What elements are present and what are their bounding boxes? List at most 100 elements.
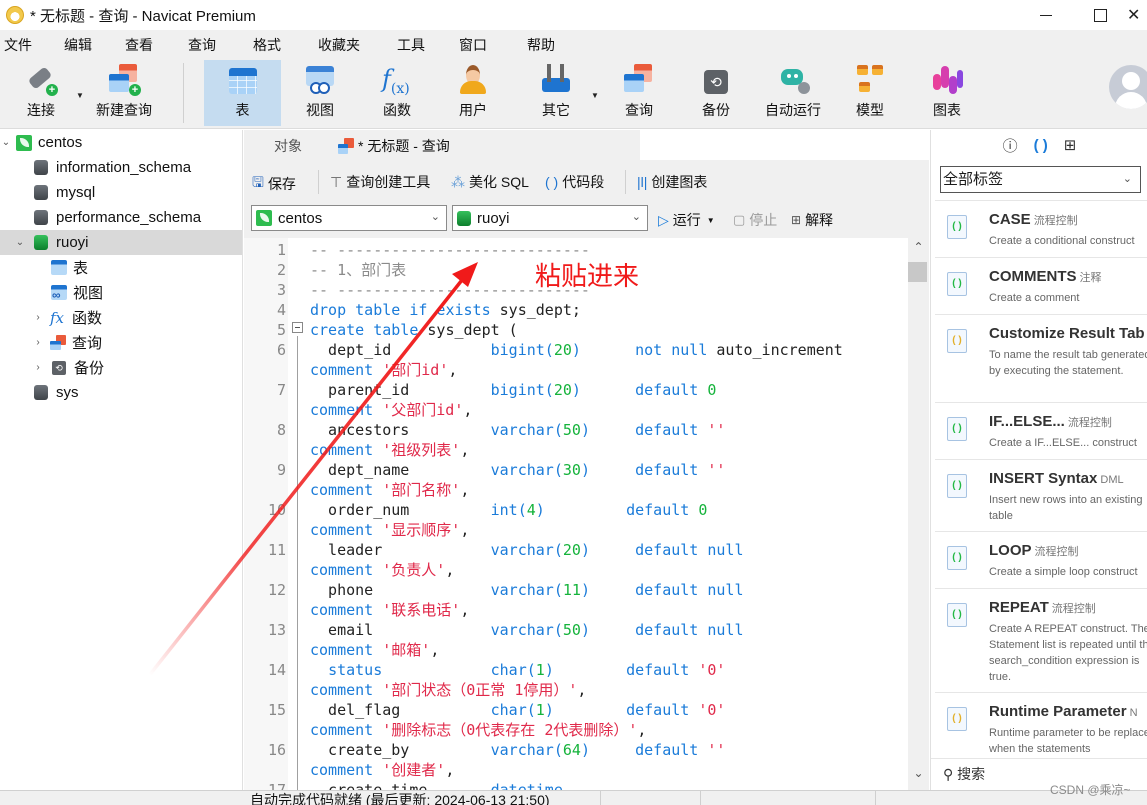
tree-connection-centos[interactable]: ⌄ centos xyxy=(0,130,242,155)
code-token: leader xyxy=(310,541,491,559)
snippet-icon: ( ) xyxy=(545,174,559,190)
other-button[interactable]: 其它 xyxy=(529,60,583,126)
snippet-title: LOOP 流程控制 xyxy=(989,542,1079,559)
code-token: default xyxy=(635,381,708,399)
tree-db-information-schema[interactable]: information_schema xyxy=(0,155,242,180)
table-button[interactable]: 表 xyxy=(204,60,281,126)
menu-format[interactable]: 格式 xyxy=(253,35,281,55)
explain-button[interactable]: ⊞ 解释 xyxy=(791,210,833,230)
code-token: , xyxy=(460,481,470,499)
close-button[interactable]: ✕ xyxy=(1127,0,1147,30)
line-number: 14 xyxy=(267,661,286,679)
snippet-name: IF...ELSE... xyxy=(989,413,1065,430)
snippet-item[interactable]: ( ) Runtime Parameter N Runtime parameter t… xyxy=(935,692,1147,755)
snippet-panel-icon[interactable]: ( ) xyxy=(1034,137,1048,154)
query-icon xyxy=(624,64,654,94)
automation-button[interactable]: 自动运行 xyxy=(760,60,826,126)
tree-ruoyi-backups[interactable]: › ⟲ 备份 xyxy=(0,355,242,380)
code-token: comment xyxy=(310,441,383,459)
code-token: default xyxy=(626,501,699,519)
save-button[interactable]: 🖫 保存 xyxy=(252,172,296,196)
tree-ruoyi-tables[interactable]: 表 xyxy=(0,255,242,280)
expand-caret-icon[interactable]: ⌄ xyxy=(0,137,12,148)
backup-button[interactable]: ⟲ 备份 xyxy=(689,60,743,126)
connection-select[interactable]: centos ⌄ xyxy=(251,205,447,231)
scroll-thumb[interactable] xyxy=(908,262,927,282)
database-select[interactable]: ruoyi ⌄ xyxy=(452,205,648,231)
tree-db-ruoyi[interactable]: ⌄ ruoyi xyxy=(0,230,242,255)
code-snippet-button[interactable]: ( ) 代码段 xyxy=(545,172,604,192)
run-dropdown-caret[interactable]: ▼ xyxy=(707,216,715,225)
snippet-tag: 流程控制 xyxy=(1051,603,1096,615)
grid-panel-icon[interactable]: ⊞ xyxy=(1064,136,1077,154)
editor-vertical-scrollbar[interactable]: ⌃ ⌄ xyxy=(908,238,929,790)
menu-favorites[interactable]: 收藏夹 xyxy=(318,35,360,55)
maximize-button[interactable] xyxy=(1073,0,1127,30)
function-button[interactable]: f(x) 函数 xyxy=(370,60,424,126)
scroll-down-arrow-icon[interactable]: ⌄ xyxy=(908,766,929,786)
minimize-button[interactable] xyxy=(1019,0,1073,30)
collapsed-caret-icon[interactable]: › xyxy=(32,312,44,323)
code-token: ) xyxy=(580,621,590,639)
other-dropdown-caret[interactable]: ▼ xyxy=(591,91,599,100)
code-token: bigint( xyxy=(490,341,554,359)
connect-button[interactable]: + 连接 xyxy=(18,60,64,126)
code-token: , xyxy=(430,641,440,659)
menu-window[interactable]: 窗口 xyxy=(459,35,487,55)
tree-ruoyi-views[interactable]: 视图 xyxy=(0,280,242,305)
menu-help[interactable]: 帮助 xyxy=(527,35,555,55)
collapsed-caret-icon[interactable]: › xyxy=(32,337,44,348)
new-query-button[interactable]: + 新建查询 xyxy=(92,60,156,126)
menu-file[interactable]: 文件 xyxy=(4,35,32,55)
tree-ruoyi-functions[interactable]: › fx 函数 xyxy=(0,305,242,330)
menu-query[interactable]: 查询 xyxy=(188,35,216,55)
tag-filter-select[interactable]: 全部标签 ⌄ xyxy=(940,166,1141,193)
tab-bar-empty xyxy=(640,130,929,160)
line-number: 5 xyxy=(276,321,286,339)
code-token: phone xyxy=(310,581,491,599)
function-icon: f(x) xyxy=(382,65,410,97)
query-builder-button[interactable]: ⊤ 查询创建工具 xyxy=(330,172,430,192)
model-button[interactable]: 模型 xyxy=(843,60,897,126)
code-token: varchar( xyxy=(490,621,563,639)
chevron-down-icon: ⌄ xyxy=(430,211,440,223)
tree-db-sys[interactable]: sys xyxy=(0,380,242,405)
run-button[interactable]: ▷ 运行 ▼ xyxy=(658,210,715,230)
line-number: 1 xyxy=(276,241,286,259)
snippet-item[interactable]: ( ) Customize Result Tab To name the resul… xyxy=(935,314,1147,402)
menu-edit[interactable]: 编辑 xyxy=(64,35,92,55)
collapsed-caret-icon[interactable]: › xyxy=(32,362,44,373)
tree-ruoyi-queries[interactable]: › 查询 xyxy=(0,330,242,355)
view-button[interactable]: 视图 xyxy=(293,60,347,126)
code-text: comment '部门名称', xyxy=(310,480,469,500)
sql-editor[interactable]: 1 -- ---------------------------- 2 -- 1、部门… xyxy=(244,238,908,790)
chart-button[interactable]: 图表 xyxy=(920,60,974,126)
menu-view[interactable]: 查看 xyxy=(125,35,153,55)
tree-db-mysql[interactable]: mysql xyxy=(0,180,242,205)
snippet-item[interactable]: ( ) LOOP 流程控制 Create a simple loop construc… xyxy=(935,531,1147,588)
connect-dropdown-caret[interactable]: ▼ xyxy=(76,91,84,100)
tree-db-performance-schema[interactable]: performance_schema xyxy=(0,205,242,230)
tab-objects[interactable]: 对象 xyxy=(244,130,332,162)
expand-caret-icon[interactable]: ⌄ xyxy=(14,237,26,248)
tab-untitled-query[interactable]: * 无标题 - 查询 xyxy=(334,130,636,162)
snippet-item[interactable]: ( ) REPEAT 流程控制 Create A REPEAT construct. … xyxy=(935,588,1147,692)
info-icon[interactable]: ⓘ xyxy=(1003,135,1018,156)
create-chart-button[interactable]: |l| 创建图表 xyxy=(637,172,707,192)
stop-button[interactable]: ▢ 停止 xyxy=(733,210,777,230)
snippet-item[interactable]: ( ) COMMENTS 注释 Create a comment xyxy=(935,257,1147,314)
snippet-item[interactable]: ( ) IF...ELSE... 流程控制 Create a IF...ELSE...… xyxy=(935,402,1147,459)
snippet-description: Create a simple loop construct xyxy=(989,566,1138,578)
snippet-item[interactable]: ( ) INSERT Syntax DML Insert new rows into … xyxy=(935,459,1147,531)
beautify-sql-button[interactable]: ⁂ 美化 SQL xyxy=(451,172,529,192)
fold-toggle[interactable] xyxy=(292,322,303,333)
snippet-item[interactable]: ( ) CASE 流程控制 Create a conditional construc… xyxy=(935,200,1147,257)
scroll-up-arrow-icon[interactable]: ⌃ xyxy=(908,240,929,260)
backup-icon: ⟲ xyxy=(704,70,728,94)
user-button[interactable]: 用户 xyxy=(446,60,500,126)
user-avatar[interactable] xyxy=(1109,65,1147,109)
menu-tools[interactable]: 工具 xyxy=(397,35,425,55)
query-button[interactable]: 查询 xyxy=(612,60,666,126)
